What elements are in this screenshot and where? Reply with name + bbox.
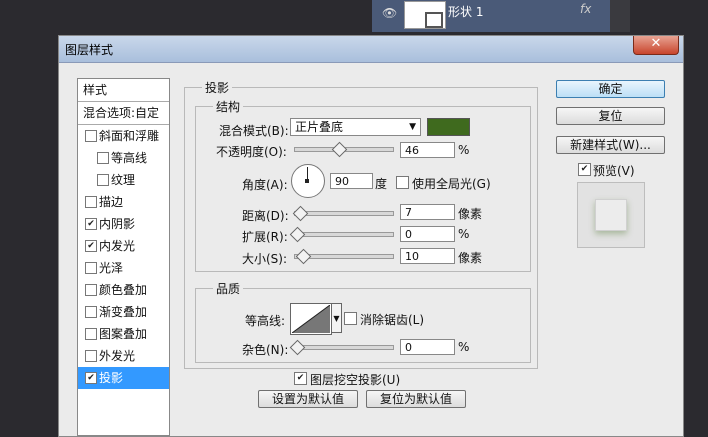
- style-item-checkbox[interactable]: [85, 262, 97, 274]
- opacity-unit: %: [458, 143, 470, 157]
- set-default-button[interactable]: 设置为默认值: [258, 390, 358, 408]
- opacity-label: 不透明度(O):: [216, 145, 287, 159]
- noise-slider-track[interactable]: [294, 345, 394, 350]
- angle-unit: 度: [375, 177, 388, 191]
- style-preview-box: [577, 182, 645, 248]
- style-item-checkbox[interactable]: ✔: [85, 218, 97, 230]
- style-item[interactable]: 等高线: [78, 147, 169, 169]
- blend-options-item[interactable]: 混合选项:自定: [78, 102, 169, 125]
- noise-unit: %: [458, 340, 470, 354]
- angle-input[interactable]: 90: [330, 173, 373, 189]
- blend-mode-select[interactable]: 正片叠底 ▼: [290, 118, 421, 136]
- style-item-label: 等高线: [111, 151, 148, 165]
- style-item[interactable]: 斜面和浮雕: [78, 125, 169, 147]
- eye-icon[interactable]: 👁: [382, 6, 397, 20]
- layer-thumbnail: [404, 1, 446, 29]
- size-unit: 像素: [458, 251, 483, 265]
- style-list: 样式 混合选项:自定 斜面和浮雕 等高线 纹理 描边 ✔ 内阴影 ✔ 内发光 光泽 颜色叠加 渐变叠…: [77, 78, 170, 436]
- opacity-input[interactable]: 46: [400, 142, 455, 158]
- size-label: 大小(S):: [242, 252, 288, 266]
- style-item[interactable]: ✔ 内阴影: [78, 213, 169, 235]
- style-item-label: 图案叠加: [99, 327, 148, 341]
- style-item[interactable]: ✔ 内发光: [78, 235, 169, 257]
- noise-label: 杂色(N):: [242, 343, 289, 357]
- blend-mode-label: 混合模式(B):: [219, 124, 289, 138]
- angle-dial[interactable]: [291, 164, 325, 198]
- layer-name: 形状 1: [448, 5, 484, 19]
- style-item[interactable]: 纹理: [78, 169, 169, 191]
- style-item-checkbox[interactable]: [97, 152, 109, 164]
- style-item[interactable]: 图案叠加: [78, 323, 169, 345]
- style-item-label: 投影: [99, 371, 124, 385]
- style-item-label: 内阴影: [99, 217, 136, 231]
- style-item-label: 光泽: [99, 261, 124, 275]
- style-item-label: 渐变叠加: [99, 305, 148, 319]
- dialog-title: 图层样式: [65, 43, 114, 57]
- preview-label: 预览(V): [593, 164, 635, 178]
- distance-unit: 像素: [458, 207, 483, 221]
- style-item[interactable]: 描边: [78, 191, 169, 213]
- style-item[interactable]: 渐变叠加: [78, 301, 169, 323]
- style-item[interactable]: ✔ 投影: [78, 367, 169, 389]
- chevron-down-icon: ▼: [409, 122, 416, 132]
- style-item-checkbox[interactable]: [85, 328, 97, 340]
- global-light-label: 使用全局光(G): [412, 177, 491, 191]
- contour-dropdown-arrow[interactable]: ▼: [331, 303, 342, 333]
- ok-button[interactable]: 确定: [556, 80, 665, 98]
- contour-label: 等高线:: [245, 314, 286, 328]
- style-list-header[interactable]: 样式: [78, 79, 169, 102]
- noise-input[interactable]: 0: [400, 339, 455, 355]
- reset-button[interactable]: 复位: [556, 107, 665, 125]
- style-item[interactable]: 外发光: [78, 345, 169, 367]
- spread-unit: %: [458, 227, 470, 241]
- spread-slider-track[interactable]: [294, 232, 394, 237]
- spread-input[interactable]: 0: [400, 226, 455, 242]
- preview-checkbox[interactable]: ✔: [578, 163, 591, 176]
- size-input[interactable]: 10: [400, 248, 455, 264]
- structure-title: 结构: [213, 98, 244, 115]
- angle-label: 角度(A):: [242, 178, 288, 192]
- antialias-label: 消除锯齿(L): [360, 313, 425, 327]
- style-item-label: 斜面和浮雕: [99, 129, 160, 143]
- style-item-label: 内发光: [99, 239, 136, 253]
- contour-curve-icon: [292, 305, 330, 333]
- drop-shadow-title: 投影: [202, 79, 233, 96]
- layer-style-dialog: 图层样式 ✕ 样式 混合选项:自定 斜面和浮雕 等高线 纹理 描边 ✔ 内阴影 ✔ 内发光 光泽…: [58, 35, 684, 437]
- style-item[interactable]: 颜色叠加: [78, 279, 169, 301]
- style-item-checkbox[interactable]: ✔: [85, 372, 97, 384]
- spread-label: 扩展(R):: [242, 230, 288, 244]
- quality-title: 品质: [213, 280, 244, 297]
- distance-label: 距离(D):: [242, 209, 289, 223]
- style-item-checkbox[interactable]: ✔: [85, 240, 97, 252]
- close-button[interactable]: ✕: [633, 36, 679, 55]
- style-item-checkbox[interactable]: [85, 196, 97, 208]
- layer-row[interactable]: 👁 形状 1 fx: [372, 0, 610, 32]
- global-light-checkbox[interactable]: [396, 176, 409, 189]
- style-item-checkbox[interactable]: [85, 306, 97, 318]
- style-item-checkbox[interactable]: [97, 174, 109, 186]
- style-item-checkbox[interactable]: [85, 284, 97, 296]
- style-item-label: 纹理: [111, 173, 136, 187]
- knockout-label: 图层挖空投影(U): [310, 373, 401, 387]
- style-item[interactable]: 光泽: [78, 257, 169, 279]
- distance-input[interactable]: 7: [400, 204, 455, 220]
- new-style-button[interactable]: 新建样式(W)...: [556, 136, 665, 154]
- shadow-color-swatch[interactable]: [427, 118, 470, 136]
- scrollbar[interactable]: [610, 0, 630, 32]
- style-item-label: 外发光: [99, 349, 136, 363]
- style-item-label: 颜色叠加: [99, 283, 148, 297]
- knockout-checkbox[interactable]: ✔: [294, 372, 307, 385]
- title-bar: 图层样式 ✕: [59, 36, 683, 63]
- reset-default-button[interactable]: 复位为默认值: [366, 390, 466, 408]
- style-item-checkbox[interactable]: [85, 130, 97, 142]
- contour-preview[interactable]: [290, 303, 332, 335]
- style-item-label: 描边: [99, 195, 124, 209]
- fx-icon: fx: [580, 2, 592, 16]
- distance-slider-track[interactable]: [294, 211, 394, 216]
- antialias-checkbox[interactable]: [344, 312, 357, 325]
- style-item-checkbox[interactable]: [85, 350, 97, 362]
